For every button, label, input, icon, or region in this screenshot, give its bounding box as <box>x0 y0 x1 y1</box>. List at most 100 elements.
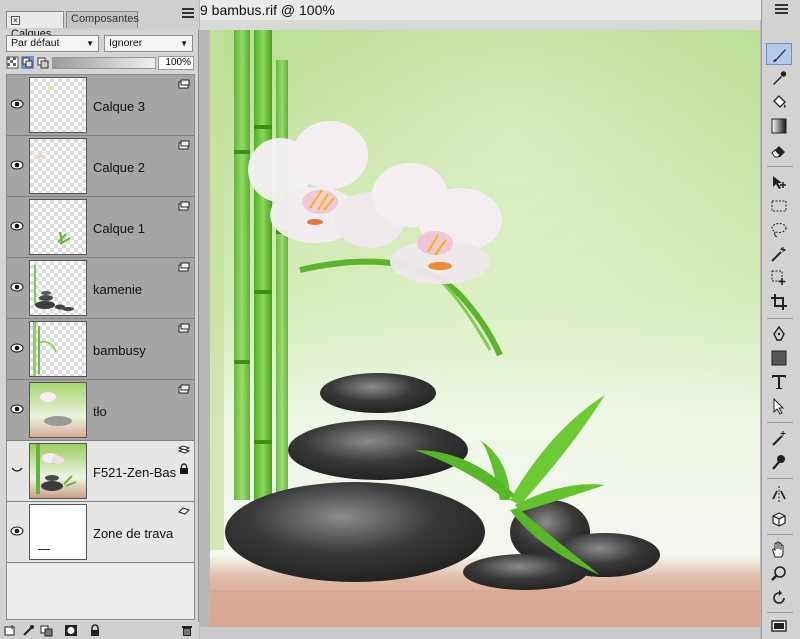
layer-name: Calque 3 <box>93 99 146 114</box>
blend-mode-value: Par défaut <box>11 37 60 49</box>
document-title-bar: 9 bambus.rif @ 100% <box>200 0 800 20</box>
gradient-icon[interactable] <box>766 115 792 137</box>
layer-name: Calque 1 <box>93 221 146 236</box>
magnifier-icon[interactable] <box>766 563 792 585</box>
panel-menu-icon[interactable] <box>182 8 194 20</box>
pen-icon[interactable] <box>766 323 792 345</box>
layer-thumbnail <box>29 138 87 194</box>
layer-effects-icon[interactable] <box>22 624 36 637</box>
tab-composantes-label: Composantes <box>71 13 139 25</box>
layer-name: F521-Zen-Bas <box>93 465 177 480</box>
layer-row[interactable]: kamenie <box>7 258 194 319</box>
eye-icon[interactable] <box>10 342 24 354</box>
layer-row[interactable]: Calque 2 <box>7 136 194 197</box>
toolbox-separator <box>767 318 793 319</box>
cloner-icon[interactable] <box>766 427 792 449</box>
layer-thumbnail <box>29 504 87 560</box>
lasso-icon[interactable] <box>766 219 792 241</box>
mask-icon[interactable] <box>64 624 78 637</box>
tab-composantes[interactable]: Composantes <box>66 11 139 28</box>
layer-type-icon <box>178 262 190 272</box>
tab-calques[interactable]: ×Calques <box>6 11 64 40</box>
eye-icon[interactable] <box>10 525 24 537</box>
horizontal-scrollbar[interactable] <box>200 627 760 639</box>
canvas-frame <box>200 30 760 639</box>
eye-icon[interactable] <box>10 159 24 171</box>
layer-type-icon <box>178 140 190 150</box>
layer-row[interactable]: bambusy <box>7 319 194 380</box>
eye-icon[interactable] <box>10 98 24 110</box>
eraser-icon[interactable] <box>766 139 792 161</box>
layer-thumbnail <box>29 443 87 499</box>
grabber-icon[interactable] <box>766 539 792 561</box>
layers-panel: ×Calques Composantes Par défaut ▼ Ignore… <box>0 0 199 639</box>
brush-icon[interactable] <box>766 43 792 65</box>
selection-arrow-icon[interactable] <box>766 395 792 417</box>
opacity-row: 100% <box>0 56 199 70</box>
chevron-down-icon: ▼ <box>180 39 188 48</box>
eye-icon[interactable] <box>10 403 24 415</box>
layer-thumbnail <box>29 321 87 377</box>
layer-row[interactable]: F521-Zen-Bas <box>7 441 194 502</box>
layer-stack-icon[interactable] <box>36 56 49 69</box>
perspective-icon[interactable] <box>766 507 792 529</box>
paper-icon[interactable] <box>766 615 792 637</box>
magic-wand-icon[interactable] <box>766 243 792 265</box>
blend-mode-select[interactable]: Par défaut ▼ <box>6 35 99 52</box>
lock-icon[interactable] <box>179 463 189 474</box>
chevron-down-icon: ▼ <box>86 39 94 48</box>
lock-icon[interactable] <box>88 624 102 637</box>
layer-thumbnail <box>29 382 87 438</box>
toolbox-separator <box>767 422 793 423</box>
composite-method-select[interactable]: Ignorer ▼ <box>104 35 193 52</box>
pick-up-underlying-color-icon[interactable] <box>21 56 34 69</box>
toolbox-menu-icon[interactable] <box>775 4 788 17</box>
toolbox-separator <box>767 478 793 479</box>
toolbox-separator <box>767 534 793 535</box>
document-title: 9 bambus.rif @ 100% <box>200 2 335 18</box>
toolbox-separator <box>767 612 793 613</box>
layer-type-icon <box>178 323 190 333</box>
layer-row[interactable]: tło <box>7 380 194 441</box>
opacity-slider[interactable] <box>52 57 156 69</box>
opacity-field[interactable]: 100% <box>158 56 194 70</box>
eye-closed-icon[interactable] <box>10 464 24 476</box>
rubber-stamp-icon[interactable] <box>766 451 792 473</box>
close-tab-icon[interactable]: × <box>11 16 20 25</box>
layer-row[interactable]: Calque 1 <box>7 197 194 258</box>
group-icon[interactable] <box>40 624 54 637</box>
layer-name: tło <box>93 404 107 419</box>
layer-thumbnail <box>29 77 87 133</box>
layer-type-icon <box>178 384 190 394</box>
layer-adjuster-icon[interactable] <box>766 171 792 193</box>
layer-type-icon <box>178 201 190 211</box>
trash-icon[interactable] <box>180 624 194 637</box>
layer-type-icon <box>178 79 190 89</box>
layer-name: Zone de trava <box>93 526 174 541</box>
dropper-icon[interactable] <box>766 67 792 89</box>
crop-icon[interactable] <box>766 291 792 313</box>
paper-layer-icon <box>178 507 190 515</box>
layer-row[interactable]: Zone de trava <box>7 502 194 563</box>
toolbox <box>761 0 800 639</box>
text-icon[interactable] <box>766 371 792 393</box>
eye-icon[interactable] <box>10 220 24 232</box>
layer-thumbnail <box>29 199 87 255</box>
preserve-transparency-icon[interactable] <box>6 56 19 69</box>
mirror-painting-icon[interactable] <box>766 483 792 505</box>
layers-bottom-toolbar <box>0 622 199 639</box>
layer-name: bambusy <box>93 343 146 358</box>
rotate-page-icon[interactable] <box>766 587 792 609</box>
layer-name: Calque 2 <box>93 160 146 175</box>
layer-name: kamenie <box>93 282 143 297</box>
ruler-strip <box>200 20 760 30</box>
new-layer-icon[interactable] <box>3 624 17 637</box>
layer-row[interactable]: Calque 3 <box>7 75 194 136</box>
paint-bucket-icon[interactable] <box>766 91 792 113</box>
rectangle-select-icon[interactable] <box>766 195 792 217</box>
app-window: ×Calques Composantes Par défaut ▼ Ignore… <box>0 0 800 639</box>
document-canvas[interactable] <box>210 30 760 627</box>
transform-icon[interactable] <box>766 267 792 289</box>
shape-icon[interactable] <box>766 347 792 369</box>
eye-icon[interactable] <box>10 281 24 293</box>
